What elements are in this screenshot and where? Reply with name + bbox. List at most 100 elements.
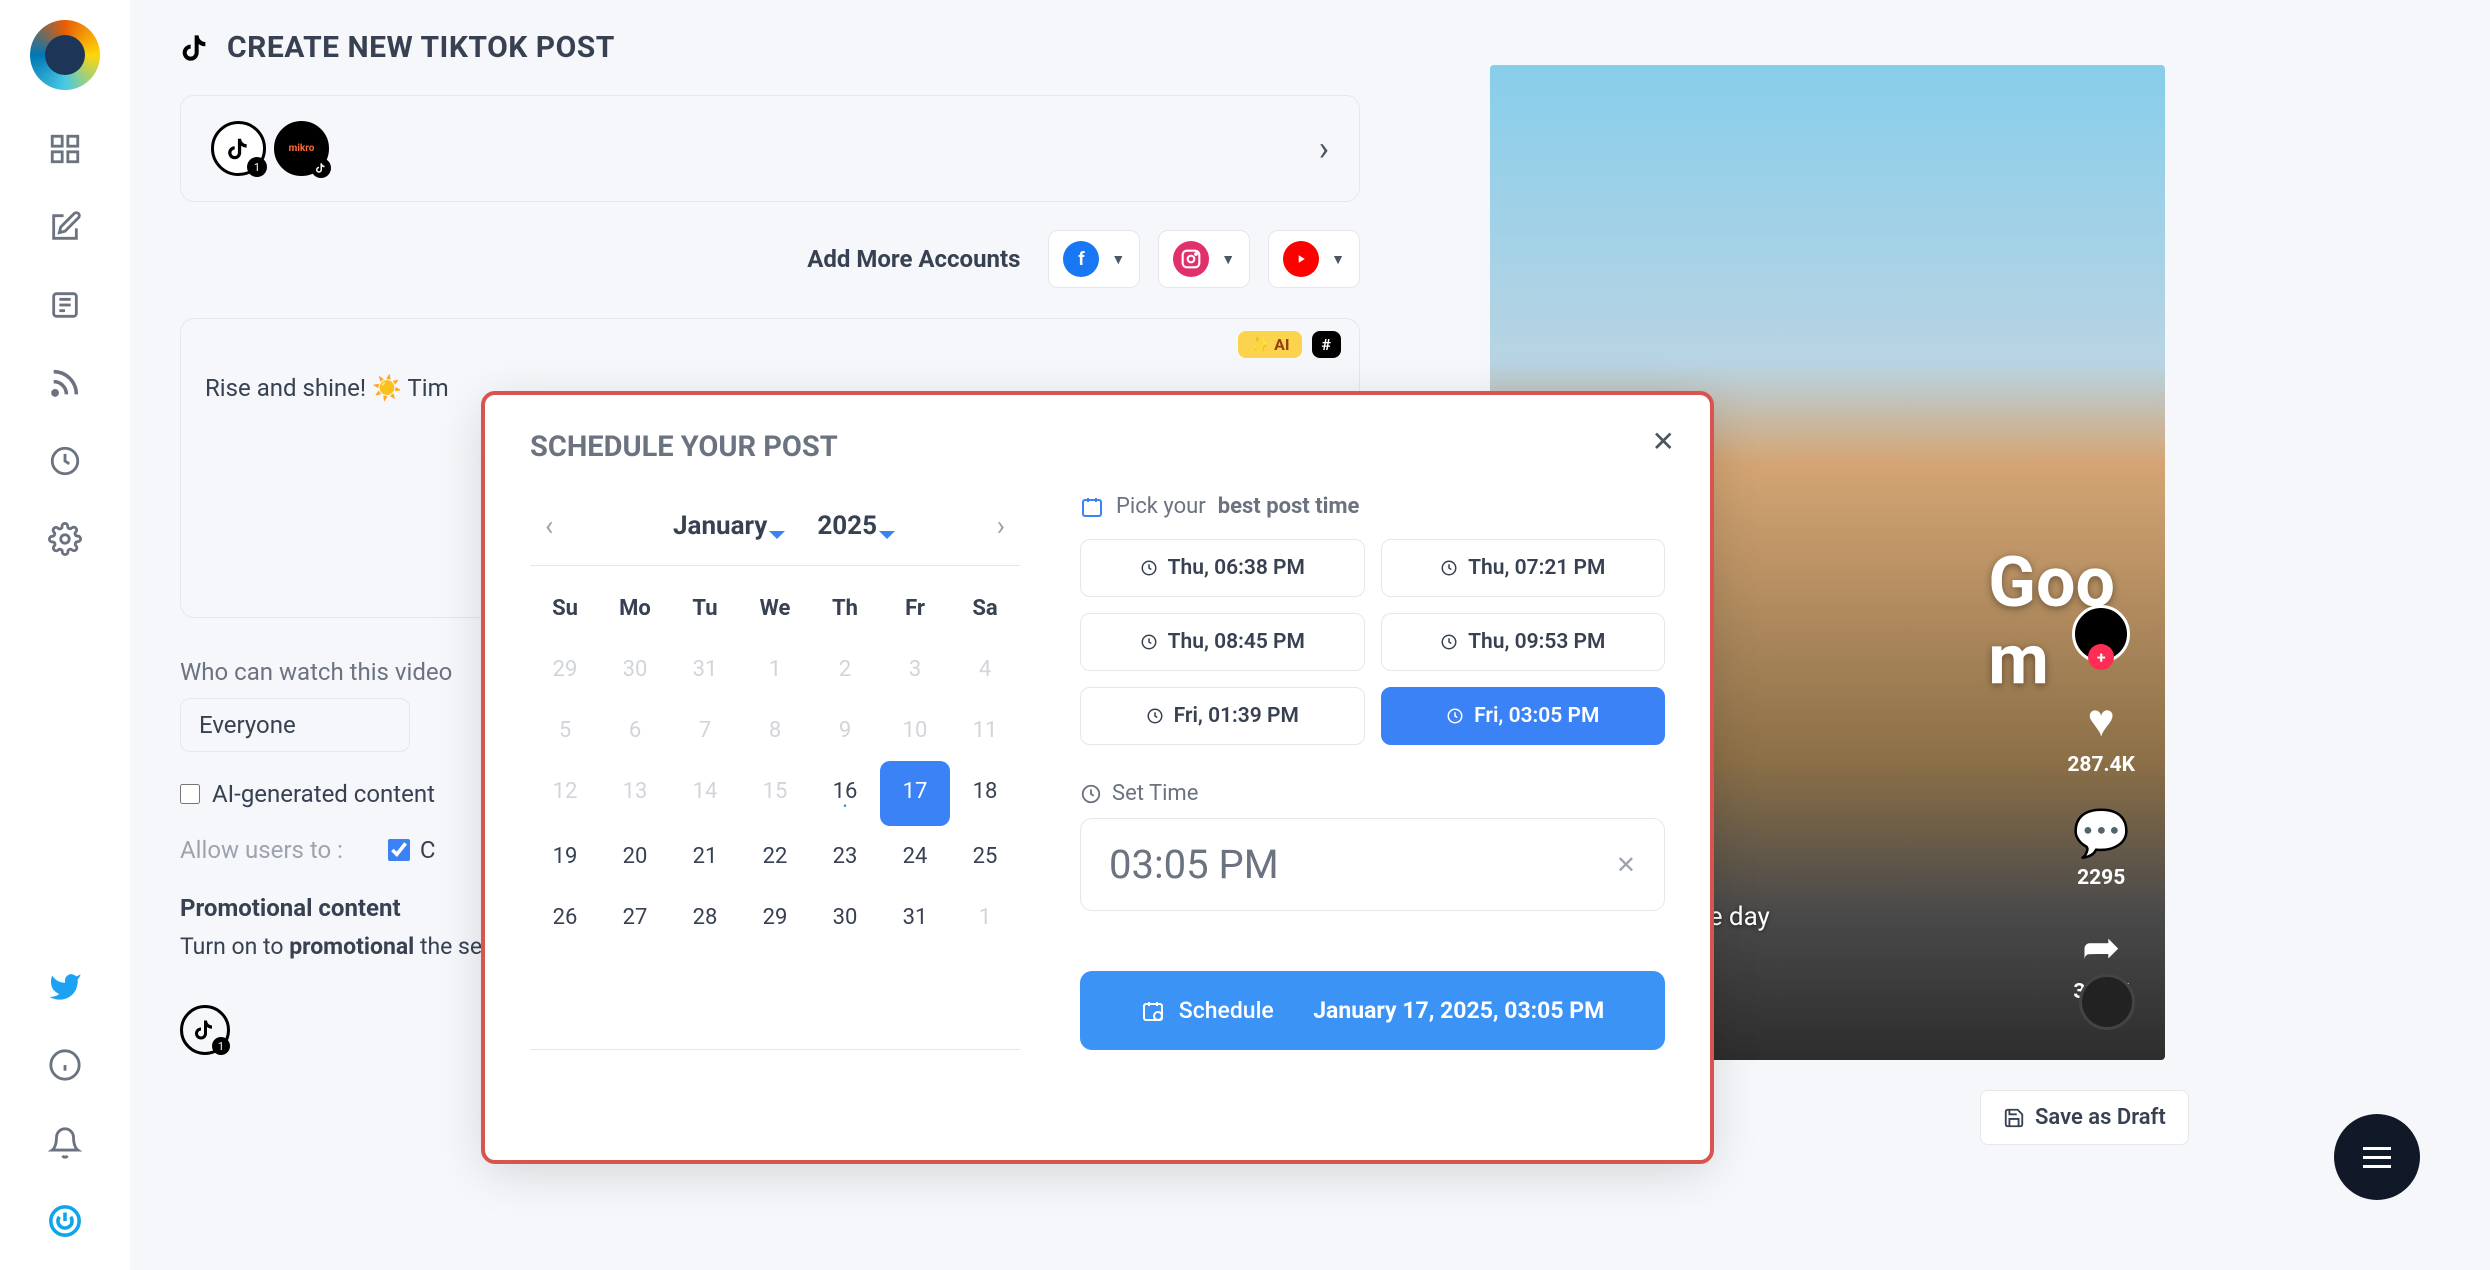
tiktok-badge-icon [311,158,331,178]
time-input[interactable]: 03:05 PM ✕ [1080,818,1665,911]
add-youtube-button[interactable]: ▼ [1268,230,1360,288]
clear-time-button[interactable]: ✕ [1616,851,1636,879]
ai-generated-checkbox[interactable] [180,784,200,804]
rss-icon[interactable] [46,364,84,402]
hashtag-button[interactable]: # [1312,331,1341,358]
calendar-day[interactable]: 22 [740,826,810,887]
calendar-day: 31 [670,639,740,700]
dashboard-icon[interactable] [46,130,84,168]
calendar-day[interactable]: 20 [600,826,670,887]
month-select[interactable]: January [673,511,767,541]
add-instagram-button[interactable]: ▼ [1158,230,1250,288]
calendar-day: 2 [810,639,880,700]
set-time-label: Set Time [1112,781,1198,806]
calendar-day-head: Mo [600,584,670,639]
twitter-icon[interactable] [46,968,84,1006]
calendar-day: 1 [950,887,1020,948]
calendar-day: 15 [740,761,810,826]
calendar-day[interactable]: 21 [670,826,740,887]
news-icon[interactable] [46,286,84,324]
allow-checkbox[interactable] [388,839,410,861]
account-avatar[interactable]: mikro [274,121,329,176]
follow-plus-icon[interactable]: + [2088,644,2114,670]
calendar: ‹ January 2025 › SuMoTuWeThFrSa293031123… [530,494,1020,1050]
chevron-right-icon[interactable]: › [1319,129,1329,169]
calendar-day[interactable]: 16 [810,761,880,826]
ai-button[interactable]: ✨ AI [1238,331,1301,358]
refresh-icon[interactable] [46,442,84,480]
youtube-icon [1283,241,1319,277]
calendar-day[interactable]: 25 [950,826,1020,887]
time-slot[interactable]: Fri, 03:05 PM [1381,687,1666,745]
calendar-day: 4 [950,639,1020,700]
account-avatars: 1 mikro [211,121,329,176]
time-slot[interactable]: Thu, 06:38 PM [1080,539,1365,597]
calendar-day-head: Tu [670,584,740,639]
calendar-day[interactable]: 19 [530,826,600,887]
power-icon[interactable] [46,1202,84,1240]
calendar-day: 6 [600,700,670,761]
calendar-day: 1 [740,639,810,700]
bell-icon[interactable] [46,1124,84,1162]
app-logo[interactable] [30,20,100,90]
music-disc-icon[interactable] [2079,974,2135,1030]
menu-fab[interactable] [2334,1114,2420,1200]
calendar-day[interactable]: 27 [600,887,670,948]
calendar-day[interactable]: 30 [810,887,880,948]
time-slot[interactable]: Thu, 09:53 PM [1381,613,1666,671]
calendar-day-head: Su [530,584,600,639]
modal-title: SCHEDULE YOUR POST [530,430,1665,464]
footer-account-avatar[interactable]: 1 [180,1005,230,1055]
calendar-day-head: Fr [880,584,950,639]
chevron-down-icon: ▼ [1221,251,1235,268]
calendar-icon [1080,495,1104,519]
chevron-down-icon: ▼ [1331,251,1345,268]
facebook-icon: f [1063,241,1099,277]
calendar-day: 11 [950,700,1020,761]
calendar-day[interactable]: 29 [740,887,810,948]
year-select[interactable]: 2025 [817,511,877,541]
preview-avatar[interactable]: + [2072,605,2130,663]
calendar-day: 5 [530,700,600,761]
instagram-icon [1173,241,1209,277]
accounts-panel[interactable]: 1 mikro › [180,95,1360,202]
calendar-day: 30 [600,639,670,700]
calendar-day: 3 [880,639,950,700]
calendar-day[interactable]: 18 [950,761,1020,826]
calendar-day[interactable]: 26 [530,887,600,948]
calendar-day: 9 [810,700,880,761]
add-facebook-button[interactable]: f ▼ [1048,230,1140,288]
comments-stat[interactable]: 💬 2295 [2073,807,2130,890]
calendar-day: 8 [740,700,810,761]
compose-icon[interactable] [46,208,84,246]
pick-best-label: best post time [1218,494,1360,519]
calendar-day[interactable]: 17 [880,761,950,826]
time-slot[interactable]: Thu, 07:21 PM [1381,539,1666,597]
clock-icon [1080,783,1102,805]
sidebar [0,0,130,1270]
page-title: CREATE NEW TIKTOK POST [180,30,1360,65]
tiktok-icon [180,32,212,64]
time-slot[interactable]: Thu, 08:45 PM [1080,613,1365,671]
save-draft-button[interactable]: Save as Draft [1980,1090,2189,1145]
likes-stat[interactable]: ♥ 287.4K [2067,693,2135,777]
calendar-prev-button[interactable]: ‹ [535,504,563,547]
calendar-day: 7 [670,700,740,761]
calendar-next-button[interactable]: › [987,504,1015,547]
time-value: 03:05 PM [1109,841,1279,888]
schedule-submit-button[interactable]: Schedule January 17, 2025, 03:05 PM [1080,971,1665,1050]
calendar-day[interactable]: 24 [880,826,950,887]
comment-icon: 💬 [2073,807,2130,861]
info-icon[interactable] [46,1046,84,1084]
audience-select[interactable]: Everyone [180,698,410,752]
calendar-day[interactable]: 31 [880,887,950,948]
close-icon[interactable]: ✕ [1652,425,1675,458]
calendar-day[interactable]: 28 [670,887,740,948]
account-avatar[interactable]: 1 [211,121,266,176]
calendar-day[interactable]: 23 [810,826,880,887]
time-slot[interactable]: Fri, 01:39 PM [1080,687,1365,745]
gear-icon[interactable] [46,520,84,558]
chevron-down-icon: ▼ [1111,251,1125,268]
calendar-day-head: We [740,584,810,639]
allow-users-label: Allow users to : [180,836,343,864]
